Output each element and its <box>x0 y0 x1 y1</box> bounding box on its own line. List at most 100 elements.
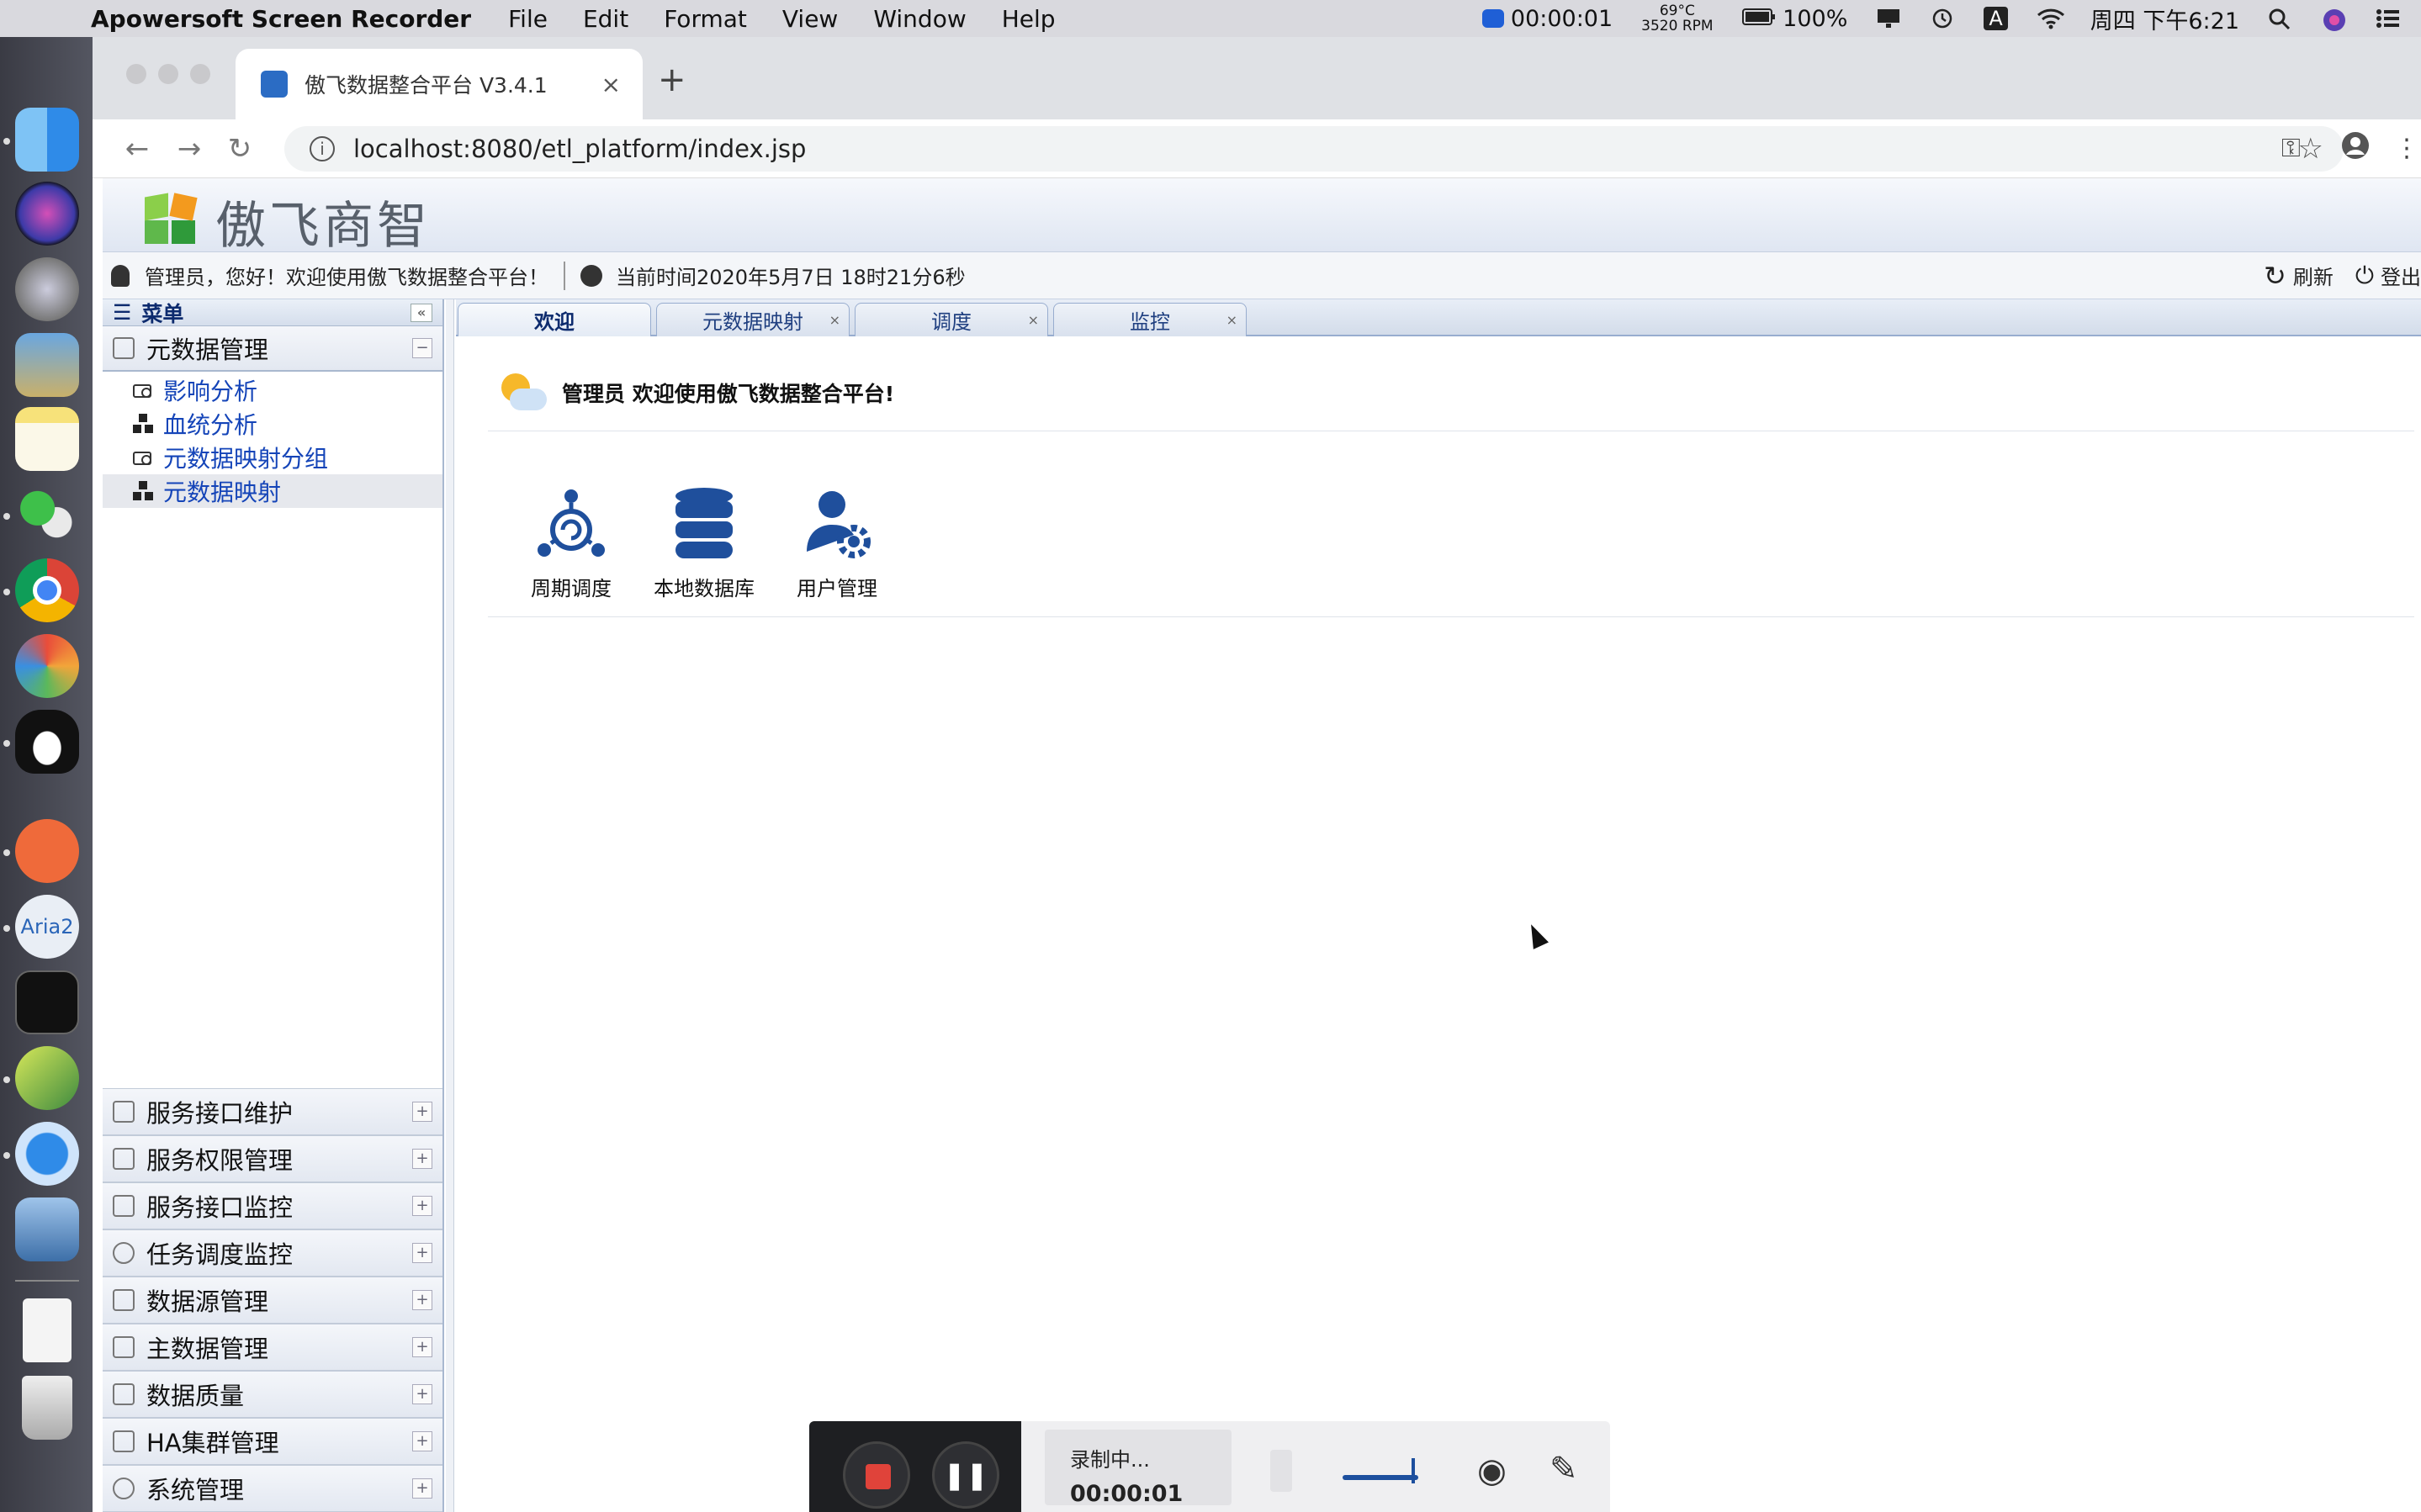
expand-icon[interactable]: + <box>412 1196 432 1216</box>
accordion-ha-cluster[interactable]: HA集群管理 + <box>103 1418 442 1465</box>
accordion-metadata-management[interactable]: 元数据管理 − <box>103 326 442 372</box>
database-icon <box>662 486 746 562</box>
accordion-title: 服务接口监控 <box>146 1193 294 1222</box>
tennis-app-icon[interactable] <box>15 1046 79 1110</box>
tree-item-lineage-analysis[interactable]: 血统分析 <box>103 407 442 441</box>
screenshot-app-icon[interactable] <box>15 1197 79 1261</box>
accordion-system-management[interactable]: 系统管理 + <box>103 1465 442 1512</box>
battery-status[interactable]: 100% <box>1741 6 1847 32</box>
time-machine-icon[interactable] <box>1930 8 1955 29</box>
accordion-service-permission[interactable]: 服务权限管理 + <box>103 1135 442 1182</box>
input-method-icon[interactable]: A <box>1984 7 2008 30</box>
quick-link-user-management[interactable]: 用户管理 <box>774 486 900 601</box>
panel-splitter[interactable] <box>446 299 454 1512</box>
tree-item-mapping-group[interactable]: 元数据映射分组 <box>103 441 442 474</box>
volume-slider[interactable] <box>1343 1475 1418 1480</box>
tab-close-icon[interactable]: × <box>829 312 840 328</box>
menu-format[interactable]: Format <box>664 5 747 33</box>
clock-datetime[interactable]: 周四 下午6:21 <box>2090 3 2239 35</box>
back-arrow-icon[interactable]: ← <box>124 132 150 166</box>
window-minimize-button[interactable] <box>158 64 178 84</box>
menu-help[interactable]: Help <box>1002 5 1056 33</box>
preview-icon[interactable] <box>15 333 79 397</box>
siri-dock-icon[interactable] <box>15 182 79 246</box>
expand-icon[interactable]: + <box>412 1337 432 1357</box>
menu-file[interactable]: File <box>508 5 548 33</box>
tab-close-icon[interactable]: × <box>1226 312 1237 328</box>
menu-edit[interactable]: Edit <box>583 5 628 33</box>
finder-icon[interactable] <box>15 108 79 172</box>
site-info-icon[interactable]: i <box>310 136 335 161</box>
pen-annotate-icon[interactable]: ✎ <box>1550 1450 1578 1488</box>
notification-center-icon[interactable] <box>2376 8 2401 29</box>
expand-icon[interactable]: + <box>412 1243 432 1263</box>
new-tab-button[interactable]: + <box>658 61 686 99</box>
running-indicator <box>3 849 10 856</box>
temperature-monitor[interactable]: 69°C 3520 RPM <box>1641 3 1713 34</box>
user-gear-icon <box>795 486 879 562</box>
tab-schedule[interactable]: 调度 × <box>855 303 1048 336</box>
launchpad-icon[interactable] <box>15 257 79 321</box>
expand-icon[interactable]: + <box>412 1384 432 1404</box>
accordion-collapse-icon[interactable]: − <box>412 338 432 358</box>
qq-icon[interactable] <box>15 710 79 774</box>
quick-link-periodic-schedule[interactable]: 周期调度 <box>508 486 634 601</box>
tab-close-icon[interactable]: × <box>1028 312 1039 328</box>
address-bar[interactable]: i localhost:8080/etl_platform/index.jsp … <box>284 126 2344 172</box>
webcam-icon[interactable]: ◉ <box>1477 1451 1507 1490</box>
window-zoom-button[interactable] <box>190 64 210 84</box>
expand-icon[interactable]: + <box>412 1290 432 1310</box>
reload-icon[interactable]: ↻ <box>227 132 252 166</box>
tree-item-metadata-mapping[interactable]: 元数据映射 <box>103 474 442 508</box>
accordion-datasource-management[interactable]: 数据源管理 + <box>103 1277 442 1324</box>
tab-monitor[interactable]: 监控 × <box>1053 303 1247 336</box>
recorder-status-item[interactable]: 00:00:01 <box>1481 6 1613 32</box>
tab-metadata-mapping[interactable]: 元数据映射 × <box>656 303 850 336</box>
refresh-icon: ↻ <box>2264 259 2286 292</box>
refresh-button[interactable]: ↻ 刷新 <box>2264 260 2334 292</box>
expand-icon[interactable]: + <box>412 1431 432 1451</box>
forward-arrow-icon[interactable]: → <box>177 132 202 166</box>
tab-close-icon[interactable]: × <box>601 71 621 98</box>
trash-icon[interactable] <box>22 1376 72 1440</box>
expand-icon[interactable]: + <box>412 1102 432 1122</box>
postman-icon[interactable] <box>15 819 79 883</box>
kebab-menu-icon[interactable]: ⋮ <box>2394 134 2419 163</box>
tab-welcome[interactable]: 欢迎 <box>458 303 651 336</box>
logout-button[interactable]: ⏻ 登出 <box>2355 261 2421 290</box>
notes-icon[interactable] <box>15 407 79 471</box>
terminal-icon[interactable] <box>15 970 79 1034</box>
wifi-icon[interactable] <box>2037 8 2064 29</box>
tree-item-impact-analysis[interactable]: 影响分析 <box>103 373 442 407</box>
siri-icon[interactable] <box>2322 8 2347 31</box>
menu-view[interactable]: View <box>782 5 838 33</box>
pause-record-button[interactable]: ❚❚ <box>932 1441 999 1509</box>
display-icon[interactable] <box>1876 8 1901 29</box>
window-close-button[interactable] <box>126 64 146 84</box>
document-icon[interactable] <box>23 1298 72 1362</box>
wechat-icon[interactable] <box>15 483 79 547</box>
accordion-master-data[interactable]: 主数据管理 + <box>103 1324 442 1371</box>
accordion-task-schedule-monitor[interactable]: 任务调度监控 + <box>103 1229 442 1277</box>
collapse-panel-button[interactable]: « <box>411 303 432 322</box>
recorder-app-icon[interactable] <box>15 1122 79 1186</box>
expand-icon[interactable]: + <box>412 1478 432 1499</box>
expand-icon[interactable]: + <box>412 1149 432 1169</box>
chrome-icon[interactable] <box>15 558 79 622</box>
aria2-icon[interactable]: Aria2 <box>15 895 79 959</box>
key-icon[interactable]: ⚿ <box>2281 134 2301 163</box>
accordion-data-quality[interactable]: 数据质量 + <box>103 1371 442 1418</box>
profile-avatar-icon[interactable] <box>2340 130 2371 167</box>
spotlight-search-icon[interactable] <box>2268 8 2293 30</box>
url-text[interactable]: localhost:8080/etl_platform/index.jsp <box>353 135 806 163</box>
volume-slider-handle[interactable] <box>1412 1458 1415 1483</box>
photo-app-icon[interactable] <box>15 634 79 698</box>
browser-tab[interactable]: 傲飞数据整合平台 V3.4.1 × <box>236 49 643 119</box>
stop-record-button[interactable] <box>843 1441 910 1509</box>
quick-link-local-database[interactable]: 本地数据库 <box>641 486 767 601</box>
accordion-service-interface-maintenance[interactable]: 服务接口维护 + <box>103 1088 442 1135</box>
app-name-menu[interactable]: Apowersoft Screen Recorder <box>91 5 471 33</box>
bookmark-star-icon[interactable]: ☆ <box>2298 132 2323 166</box>
accordion-service-monitor[interactable]: 服务接口监控 + <box>103 1182 442 1229</box>
menu-window[interactable]: Window <box>873 5 966 33</box>
